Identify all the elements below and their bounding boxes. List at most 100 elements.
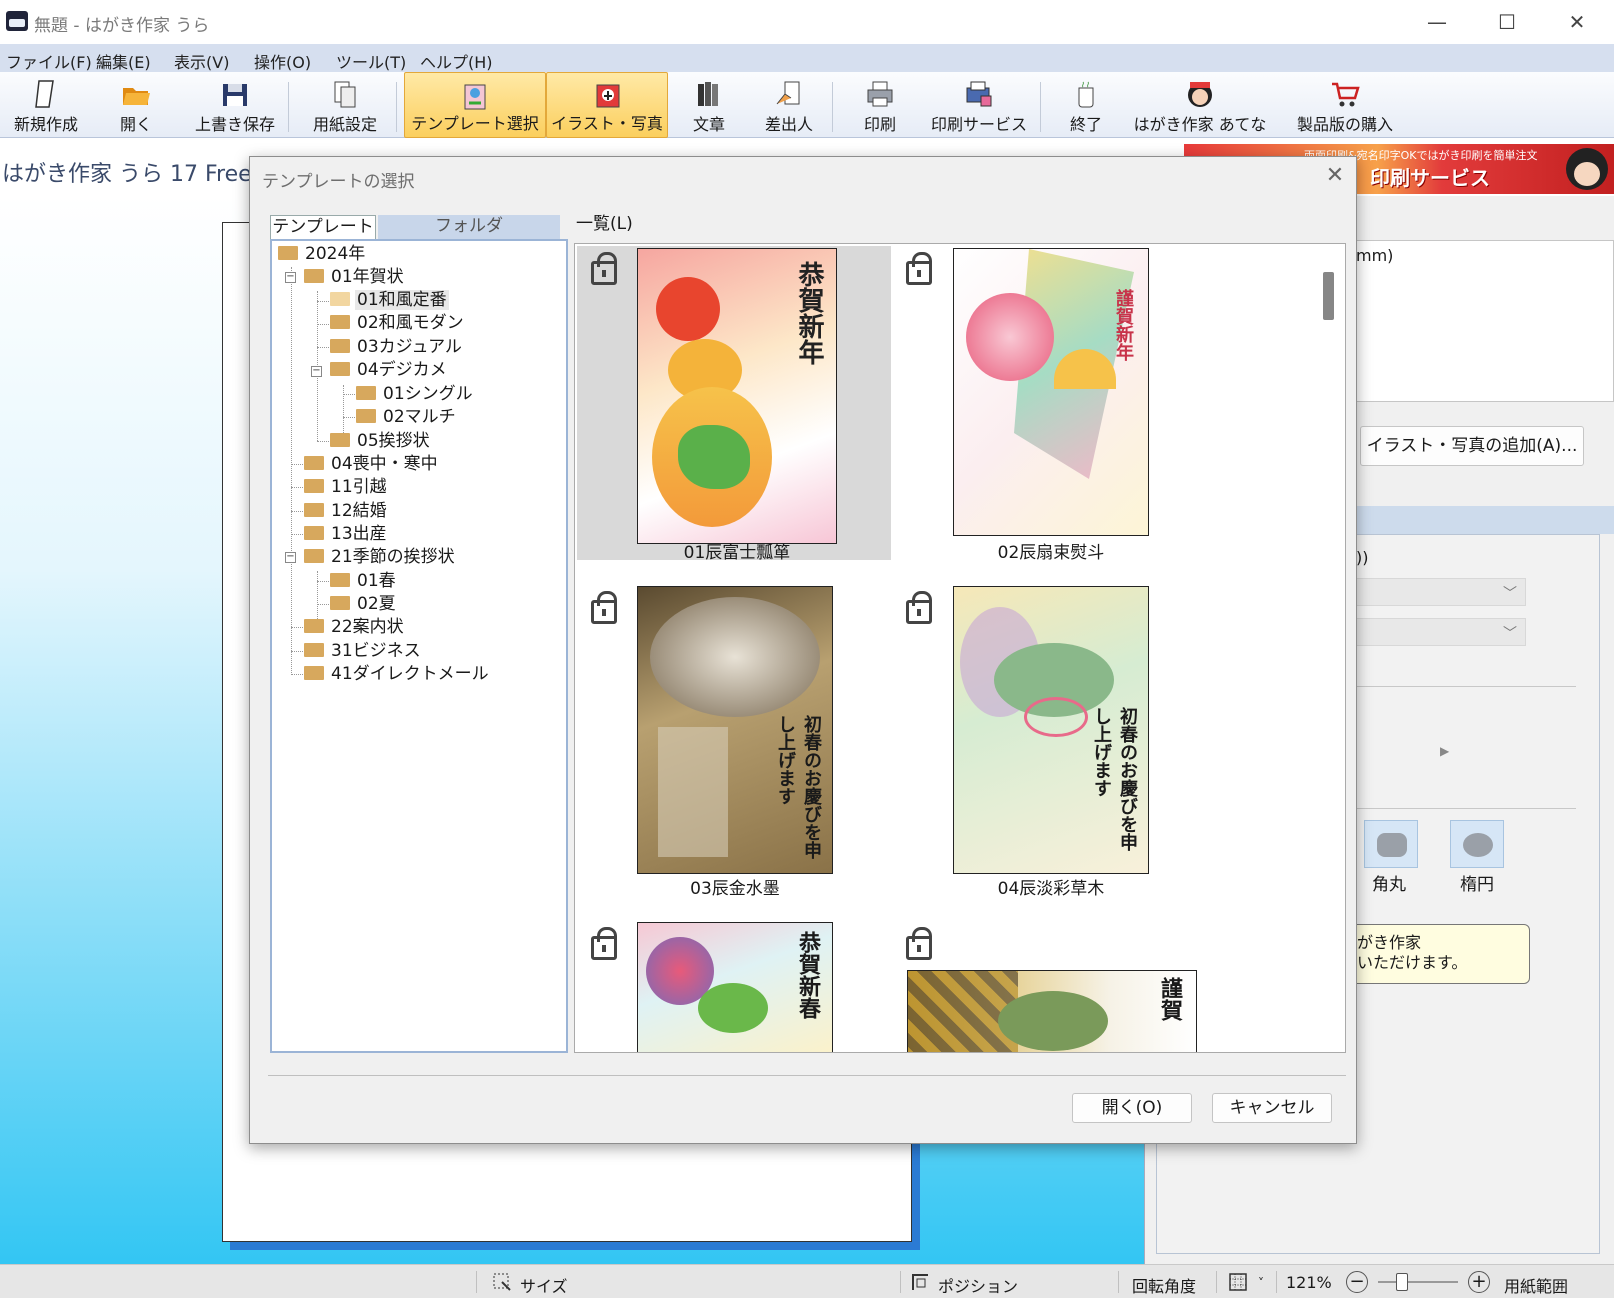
close-icon[interactable]: ✕ [1554,8,1600,36]
save-button[interactable]: 上書き保存 [184,72,286,138]
maximize-icon[interactable]: ☐ [1484,8,1530,36]
print-service-button[interactable]: 印刷サービス [926,72,1032,138]
menu-edit[interactable]: 編集(E) [96,49,151,73]
open-folder-icon [330,292,350,306]
text-button[interactable]: 文章 [678,72,740,138]
template-select-dialog: テンプレートの選択 ✕ テンプレート フォルダ − − − 2024年 01年賀… [249,156,1357,1144]
template-thumbnail[interactable]: 初春のお慶びを申し上げます [953,586,1149,874]
unit-text: mm) [1356,246,1394,265]
tree-node-label: 02和風モダン [357,313,464,333]
illustration-button[interactable]: イラスト・写真 [546,72,668,138]
sender-icon [776,81,800,105]
menu-operation[interactable]: 操作(O) [254,49,311,73]
tree-node[interactable]: 04デジカメ [330,359,449,381]
tree-node[interactable]: 03カジュアル [330,336,464,358]
ribbon-shape [1024,697,1088,737]
tree-node[interactable]: 01シングル [356,383,475,405]
lock-icon [591,927,617,960]
open-button[interactable]: 開く [96,72,176,138]
tree-node[interactable]: 01年賀状 [304,266,406,288]
tree-line [317,301,331,302]
shape-rounded-button[interactable] [1364,820,1418,868]
sender-button[interactable]: 差出人 [752,72,826,138]
tree-collapse-icon[interactable]: − [285,552,296,563]
tree-node[interactable]: 02マルチ [356,406,458,428]
tree-node[interactable]: 2024年 [278,243,367,265]
template-thumbnail[interactable]: 初春のお慶びを申し上げます [637,586,833,874]
shape-ellipse-button[interactable] [1450,820,1504,868]
tree-line [317,441,331,442]
tab-template[interactable]: テンプレート [270,215,376,239]
tree-node-label: 01年賀状 [331,267,404,287]
tree-collapse-icon[interactable]: − [311,366,322,377]
tree-node[interactable]: 31ビジネス [304,640,423,662]
toolbar-separator [1040,82,1041,132]
tree-node[interactable]: 01春 [330,570,398,592]
dialog-close-icon[interactable]: ✕ [1320,161,1350,191]
paper-settings-label: 用紙設定 [312,115,377,134]
divider [1356,808,1576,809]
folder-icon [304,526,324,540]
chevron-down-icon: ﹀ [1503,586,1517,602]
property-select-1[interactable]: ﹀ [1356,578,1526,606]
cancel-button[interactable]: キャンセル [1212,1093,1332,1123]
paper-range-button[interactable]: 用紙範囲 [1504,1273,1568,1297]
new-button[interactable]: 新規作成 [6,72,86,138]
menu-view[interactable]: 表示(V) [174,49,229,73]
flower-wreath [966,293,1054,381]
folder-icon [330,596,350,610]
tree-node-label: 2024年 [305,244,366,264]
tree-node[interactable]: 22案内状 [304,616,406,638]
minimize-icon[interactable]: — [1414,8,1460,36]
tree-node[interactable]: 21季節の挨拶状 [304,546,457,568]
shape-ellipse-label: 楕円 [1460,875,1494,895]
tree-node[interactable]: 12結婚 [304,500,389,522]
paper-settings-button[interactable]: 用紙設定 [300,72,390,138]
grid-icon[interactable] [1228,1272,1248,1292]
zoom-in-icon[interactable]: + [1468,1271,1490,1293]
purchase-label: 製品版の購入 [1296,115,1393,134]
template-thumbnail[interactable]: 恭賀新年 [637,248,837,544]
purchase-button[interactable]: 製品版の購入 [1284,72,1406,138]
tree-collapse-icon[interactable]: − [285,272,296,283]
tree-node-selected[interactable]: 01和風定番 [330,289,449,311]
scrollbar-thumb[interactable] [1323,272,1334,320]
zoom-slider-thumb[interactable] [1396,1273,1408,1291]
open-label: 開く [119,115,152,134]
new-document-icon [35,80,54,108]
template-thumbnail[interactable]: 謹賀新年 [953,248,1149,536]
tree-node[interactable]: 02夏 [330,593,398,615]
play-arrow-icon[interactable]: ▶ [1440,744,1449,758]
template-select-button[interactable]: テンプレート選択 [404,72,546,138]
menu-help[interactable]: ヘルプ(H) [420,49,493,73]
exit-button[interactable]: 終了 [1056,72,1116,138]
folder-icon [330,433,350,447]
template-thumbnail[interactable]: 恭賀新春 [637,922,833,1052]
open-template-button[interactable]: 開く(O) [1072,1093,1192,1123]
tree-node-label: 02マルチ [383,407,456,427]
folder-icon [330,573,350,587]
menu-tools[interactable]: ツール(T) [336,49,406,73]
status-position: ポジション [938,1277,1019,1296]
list-scrollbar[interactable] [1313,244,1345,1052]
zoom-slider-track[interactable] [1378,1281,1458,1283]
grid-dropdown-icon[interactable]: ˅ [1258,1276,1264,1290]
address-block [658,727,728,857]
tree-node-label: 22案内状 [331,617,404,637]
tree-node[interactable]: 41ダイレクトメール [304,663,491,685]
menu-file[interactable]: ファイル(F) [6,49,92,73]
tree-node[interactable]: 02和風モダン [330,312,466,334]
tree-node[interactable]: 05挨拶状 [330,430,432,452]
add-illustration-button[interactable]: イラスト・写真の追加(A)... [1360,426,1584,466]
print-button[interactable]: 印刷 [846,72,914,138]
tree-node[interactable]: 13出産 [304,523,389,545]
tree-node-label: 02夏 [357,594,396,614]
tree-node[interactable]: 04喪中・寒中 [304,453,440,475]
template-thumbnail[interactable]: 謹賀 [907,970,1197,1052]
exit-label: 終了 [1069,115,1102,134]
property-select-2[interactable]: ﹀ [1356,618,1526,646]
tree-node[interactable]: 11引越 [304,476,389,498]
atena-button[interactable]: はがき作家 あてな [1130,72,1270,138]
zoom-out-icon[interactable]: − [1346,1271,1368,1293]
tab-folder[interactable]: フォルダ [378,215,560,239]
